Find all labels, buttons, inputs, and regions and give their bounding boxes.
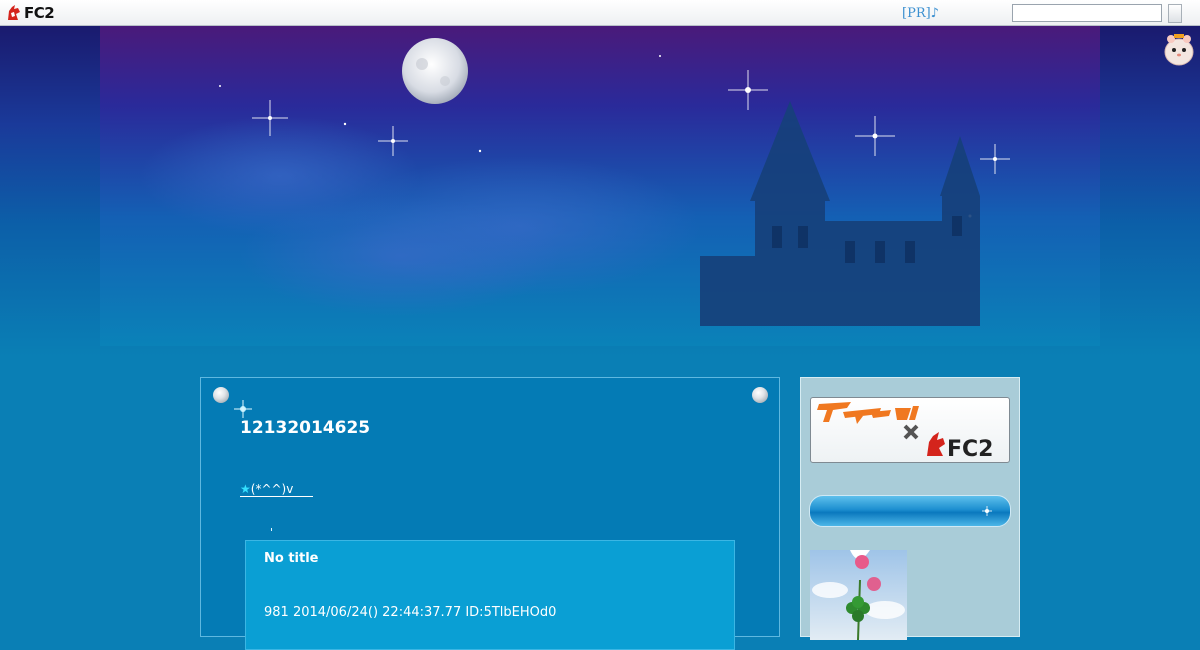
pin-decoration <box>752 387 768 403</box>
star-icon: ★ <box>240 482 251 496</box>
hamster-mascot-icon[interactable] <box>1164 30 1194 66</box>
comment-box: No title 981 2014/06/24() 22:44:37.77 ID… <box>245 540 735 650</box>
entry-title[interactable]: 12132014625 <box>240 418 370 438</box>
fc2-logo-link[interactable]: FC2 <box>6 4 55 22</box>
entry-link-text: (*^^)v <box>250 482 294 496</box>
sparkle-icon <box>982 506 992 516</box>
digital-hollywood-fc2-banner[interactable]: FC2 <box>810 397 1010 463</box>
banner-graphic: FC2 <box>817 402 993 462</box>
comment-meta: 981 2014/06/24() 22:44:37.77 ID:5TlbEHOd… <box>264 605 557 620</box>
svg-text:FC2: FC2 <box>947 437 993 462</box>
fc2-toolbar: FC2 [PR]♪ <box>0 0 1200 26</box>
sparkle-icon <box>234 400 252 418</box>
fc2-logo-text: FC2 <box>24 4 55 22</box>
comment-title: No title <box>264 551 319 566</box>
blog-header <box>0 26 1200 356</box>
night-sky-castle-header-image <box>100 26 1100 346</box>
banner-fc2-text: FC2 <box>947 437 993 462</box>
entry-link[interactable]: ★(*^^)v <box>240 482 314 497</box>
search-input[interactable] <box>1012 4 1162 22</box>
entry-panel: 12132014625 ★(*^^)v No title 981 2014/06… <box>200 377 780 650</box>
divider-mark <box>271 528 272 531</box>
clover-flower-image[interactable] <box>810 550 907 640</box>
pr-link[interactable]: [PR]♪ <box>902 6 939 21</box>
fc2-unicorn-icon <box>8 5 20 20</box>
search-button[interactable] <box>1168 4 1182 23</box>
sidebar: FC2 <box>800 377 1020 640</box>
sidebar-glossy-bar <box>809 495 1011 527</box>
pin-decoration <box>213 387 229 403</box>
